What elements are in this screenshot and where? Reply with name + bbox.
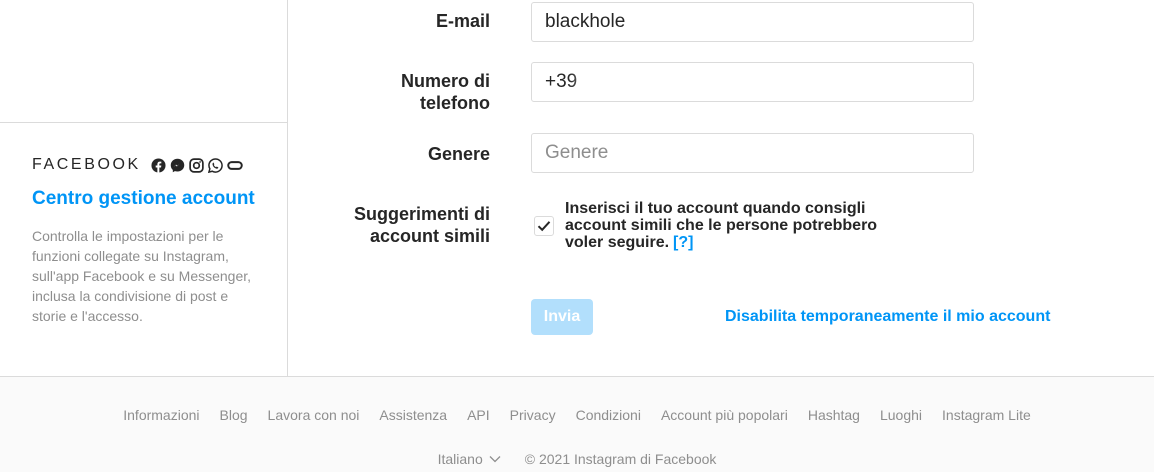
phone-label: Numero di telefono bbox=[401, 70, 490, 114]
oculus-icon bbox=[227, 158, 243, 173]
suggestions-help-link[interactable]: [?] bbox=[673, 234, 693, 251]
phone-field[interactable] bbox=[531, 62, 974, 102]
footer-bottom: Italiano © 2021 Instagram di Facebook bbox=[0, 451, 1154, 467]
suggestions-checkbox[interactable] bbox=[534, 216, 554, 236]
disable-account-link[interactable]: Disabilita temporaneamente il mio accoun… bbox=[725, 308, 1050, 326]
whatsapp-icon bbox=[207, 157, 223, 173]
suggestions-text: Inserisci il tuo account quando consigli… bbox=[565, 200, 895, 251]
sidebar-divider bbox=[0, 122, 287, 123]
footer-link-hashtag[interactable]: Hashtag bbox=[808, 407, 860, 423]
submit-button[interactable]: Invia bbox=[531, 299, 593, 335]
footer-link-privacy[interactable]: Privacy bbox=[510, 407, 556, 423]
footer-link-luoghi[interactable]: Luoghi bbox=[880, 407, 922, 423]
footer: Informazioni Blog Lavora con noi Assiste… bbox=[0, 376, 1154, 472]
accounts-center-link[interactable]: Centro gestione account bbox=[32, 188, 255, 210]
suggestions-description: Inserisci il tuo account quando consigli… bbox=[565, 200, 878, 251]
facebook-icon bbox=[151, 157, 166, 173]
phone-label-line1: Numero di bbox=[400, 71, 490, 91]
footer-link-api[interactable]: API bbox=[467, 407, 490, 423]
edit-profile-page: FACEBOOK Centro gestione account Control… bbox=[0, 0, 1154, 472]
email-field[interactable] bbox=[531, 2, 974, 42]
footer-link-informazioni[interactable]: Informazioni bbox=[123, 407, 199, 423]
footer-link-instagram-lite[interactable]: Instagram Lite bbox=[942, 407, 1031, 423]
facebook-wordmark: FACEBOOK bbox=[32, 156, 141, 173]
phone-label-line2: telefono bbox=[420, 93, 490, 113]
settings-sidebar: FACEBOOK Centro gestione account Control… bbox=[0, 0, 288, 376]
brand-icons bbox=[151, 157, 243, 173]
footer-link-blog[interactable]: Blog bbox=[220, 407, 248, 423]
suggestions-label: Suggerimenti di account simili bbox=[354, 203, 490, 247]
copyright-text: © 2021 Instagram di Facebook bbox=[524, 451, 717, 467]
footer-links: Informazioni Blog Lavora con noi Assiste… bbox=[0, 407, 1154, 423]
messenger-icon bbox=[170, 158, 185, 173]
suggestions-label-line1: Suggerimenti di bbox=[353, 204, 490, 224]
accounts-center-description: Controlla le impostazioni per le funzion… bbox=[32, 228, 252, 324]
facebook-brand-row: FACEBOOK bbox=[32, 156, 243, 174]
language-selector[interactable]: Italiano bbox=[438, 451, 501, 467]
language-label: Italiano bbox=[437, 451, 483, 467]
footer-link-condizioni[interactable]: Condizioni bbox=[576, 407, 641, 423]
footer-link-account-popolari[interactable]: Account più popolari bbox=[661, 407, 788, 423]
gender-label: Genere bbox=[427, 144, 490, 164]
footer-link-assistenza[interactable]: Assistenza bbox=[379, 407, 447, 423]
checkmark-icon bbox=[537, 221, 551, 232]
chevron-down-icon bbox=[489, 456, 501, 463]
suggestions-label-line2: account simili bbox=[369, 226, 490, 246]
email-label: E-mail bbox=[435, 11, 490, 31]
instagram-icon bbox=[189, 157, 204, 173]
footer-link-lavora-con-noi[interactable]: Lavora con noi bbox=[268, 407, 360, 423]
gender-field[interactable] bbox=[531, 133, 974, 173]
